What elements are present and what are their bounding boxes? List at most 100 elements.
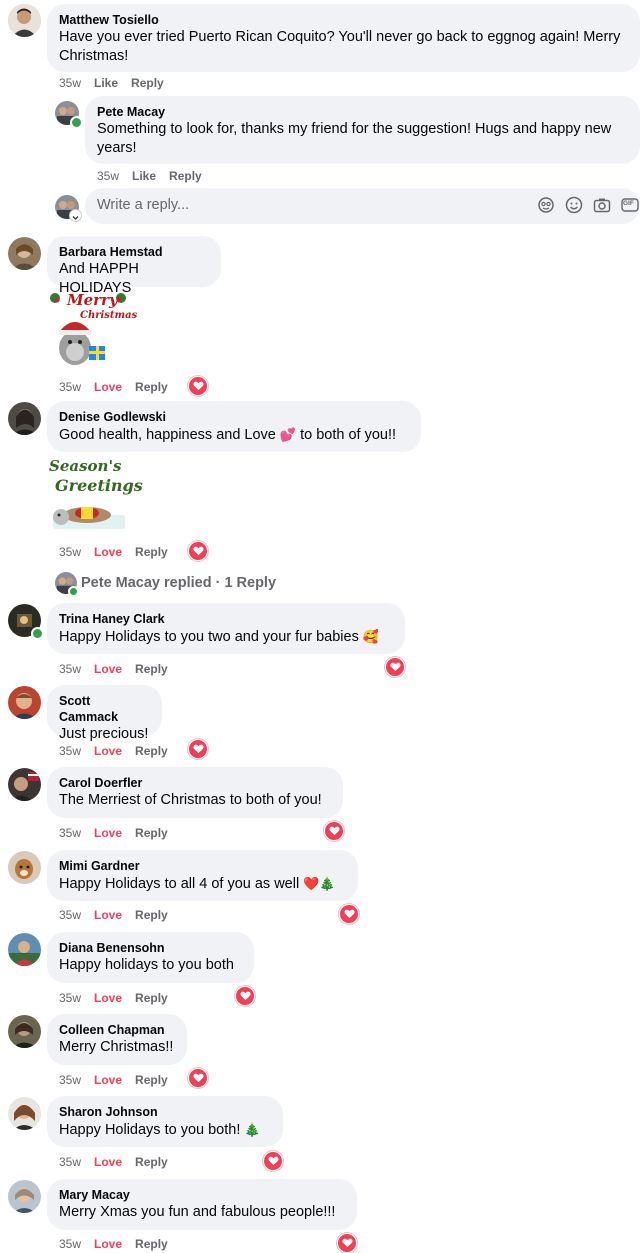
reply-button[interactable]: Reply <box>135 991 168 1005</box>
love-reaction-icon[interactable] <box>324 821 344 841</box>
sticker-text-line1: Season's <box>49 457 122 475</box>
comment-author[interactable]: Denise Godlewski <box>59 409 409 425</box>
avatar[interactable] <box>8 1015 41 1048</box>
comment-text: Merry Christmas!! <box>59 1039 174 1055</box>
love-reaction-button[interactable]: Love <box>94 1155 122 1169</box>
comment-author[interactable]: Sharon Johnson <box>59 1104 271 1120</box>
comment-author[interactable]: Colleen Chapman <box>59 1022 175 1038</box>
emoji-icon[interactable] <box>565 196 585 216</box>
comment-author[interactable]: Mimi Gardner <box>59 858 346 874</box>
comment-bubble: Trina Haney Clark Happy Holidays to you … <box>47 603 405 654</box>
avatar[interactable] <box>8 4 41 37</box>
comment-bubble: Diana Benensohn Happy holidays to you bo… <box>47 932 254 983</box>
like-button[interactable]: Like <box>94 76 118 90</box>
comment-bubble: Matthew Tosiello Have you ever tried Pue… <box>47 4 640 72</box>
comment-bubble: Colleen Chapman Merry Christmas!! <box>47 1014 187 1065</box>
comment-time[interactable]: 35w <box>59 545 81 559</box>
love-reaction-icon[interactable] <box>337 1233 357 1253</box>
seasons-greetings-sticker[interactable]: Season's Greetings <box>47 457 143 535</box>
love-reaction-button[interactable]: Love <box>94 1073 122 1087</box>
avatar-sticker-icon[interactable] <box>537 196 557 216</box>
love-reaction-button[interactable]: Love <box>94 380 122 394</box>
comment-text: Good health, happiness and Love <box>59 427 276 443</box>
love-reaction-button[interactable]: Love <box>94 744 122 758</box>
reply-button[interactable]: Reply <box>169 169 202 183</box>
comment-author[interactable]: Diana Benensohn <box>59 940 242 956</box>
avatar[interactable] <box>8 237 41 270</box>
comment-author[interactable]: Matthew Tosiello <box>59 12 628 28</box>
comment-time[interactable]: 35w <box>59 76 81 90</box>
love-reaction-icon[interactable] <box>339 904 359 924</box>
comment-text-line: Happy Holidays to you both! 🎄 <box>59 1120 271 1140</box>
love-reaction-icon[interactable] <box>188 376 208 396</box>
chevron-down-icon[interactable] <box>70 210 81 221</box>
reply-button[interactable]: Reply <box>135 1155 168 1169</box>
online-status-icon <box>68 586 79 597</box>
love-reaction-button[interactable]: Love <box>94 991 122 1005</box>
comment-author[interactable]: Pete Macay <box>97 104 628 120</box>
comment-time[interactable]: 35w <box>59 1237 81 1251</box>
comment-text: Happy Holidays to you two and your fur b… <box>59 629 359 645</box>
comment-text: The Merriest of Christmas to both of you… <box>59 792 322 808</box>
christmas-tree-emoji: 🎄 <box>244 1122 261 1137</box>
comment-time[interactable]: 35w <box>59 662 81 676</box>
comment-author[interactable]: Barbara Hemstad <box>59 244 209 260</box>
online-status-icon <box>31 627 44 640</box>
reply-button[interactable]: Reply <box>135 908 168 922</box>
love-reaction-button[interactable]: Love <box>94 662 122 676</box>
gif-icon[interactable]: GIF <box>621 196 640 216</box>
love-reaction-icon[interactable] <box>385 657 405 677</box>
love-reaction-icon[interactable] <box>188 1068 208 1088</box>
comment-bubble: Mimi Gardner Happy Holidays to all 4 of … <box>47 850 358 901</box>
comment-time[interactable]: 35w <box>97 169 119 183</box>
comment-actions: 35w Like Reply <box>59 75 177 91</box>
like-button[interactable]: Like <box>132 169 156 183</box>
love-reaction-icon[interactable] <box>188 541 208 561</box>
comment-time[interactable]: 35w <box>59 1073 81 1087</box>
comment-author[interactable]: Scott Cammack <box>59 693 150 725</box>
reply-button[interactable]: Reply <box>135 380 168 394</box>
camera-icon[interactable] <box>593 196 613 216</box>
comment-time[interactable]: 35w <box>59 991 81 1005</box>
merry-christmas-sticker[interactable]: Merry Christmas <box>47 290 137 370</box>
reply-button[interactable]: Reply <box>135 1073 168 1087</box>
comment-text: Something to look for, thanks my friend … <box>97 121 612 156</box>
comment-time[interactable]: 35w <box>59 744 81 758</box>
love-reaction-button[interactable]: Love <box>94 826 122 840</box>
comment-author[interactable]: Mary Macay <box>59 1187 345 1203</box>
comment-time[interactable]: 35w <box>59 826 81 840</box>
comment-text: Happy Holidays to all 4 of you as well <box>59 876 300 892</box>
comment-time[interactable]: 35w <box>59 908 81 922</box>
avatar[interactable] <box>8 1097 41 1130</box>
reply-button[interactable]: Reply <box>131 76 164 90</box>
comment-time[interactable]: 35w <box>59 380 81 394</box>
comment-time[interactable]: 35w <box>59 1155 81 1169</box>
reply-button[interactable]: Reply <box>135 1237 168 1251</box>
avatar[interactable] <box>8 402 41 435</box>
love-reaction-button[interactable]: Love <box>94 1237 122 1251</box>
two-hearts-emoji: 💕 <box>279 427 297 442</box>
love-reaction-icon[interactable] <box>188 739 208 759</box>
reply-input[interactable]: Write a reply... GIF <box>85 188 640 224</box>
love-reaction-button[interactable]: Love <box>94 908 122 922</box>
avatar[interactable] <box>8 851 41 884</box>
love-reaction-icon[interactable] <box>235 986 255 1006</box>
comment-actions: 35w Love Reply <box>59 1236 181 1252</box>
reply-button[interactable]: Reply <box>135 826 168 840</box>
avatar[interactable] <box>8 1180 41 1213</box>
reply-button[interactable]: Reply <box>135 545 168 559</box>
avatar[interactable] <box>8 933 41 966</box>
comment-text: Happy Holidays to you both! <box>59 1122 241 1138</box>
reply-button[interactable]: Reply <box>135 662 168 676</box>
comment-actions: 35w Love Reply <box>59 1072 181 1088</box>
avatar[interactable] <box>8 768 41 801</box>
comment-author[interactable]: Trina Haney Clark <box>59 611 393 627</box>
avatar[interactable] <box>8 686 41 719</box>
reply-button[interactable]: Reply <box>135 744 168 758</box>
love-reaction-button[interactable]: Love <box>94 545 122 559</box>
view-replies-link[interactable]: Pete Macay replied · 1 Reply <box>81 575 276 591</box>
comment-text: Just precious! <box>59 726 149 742</box>
love-reaction-icon[interactable] <box>263 1151 283 1171</box>
sticker-text-line2: Christmas <box>80 310 138 321</box>
comment-author[interactable]: Carol Doerfler <box>59 775 331 791</box>
